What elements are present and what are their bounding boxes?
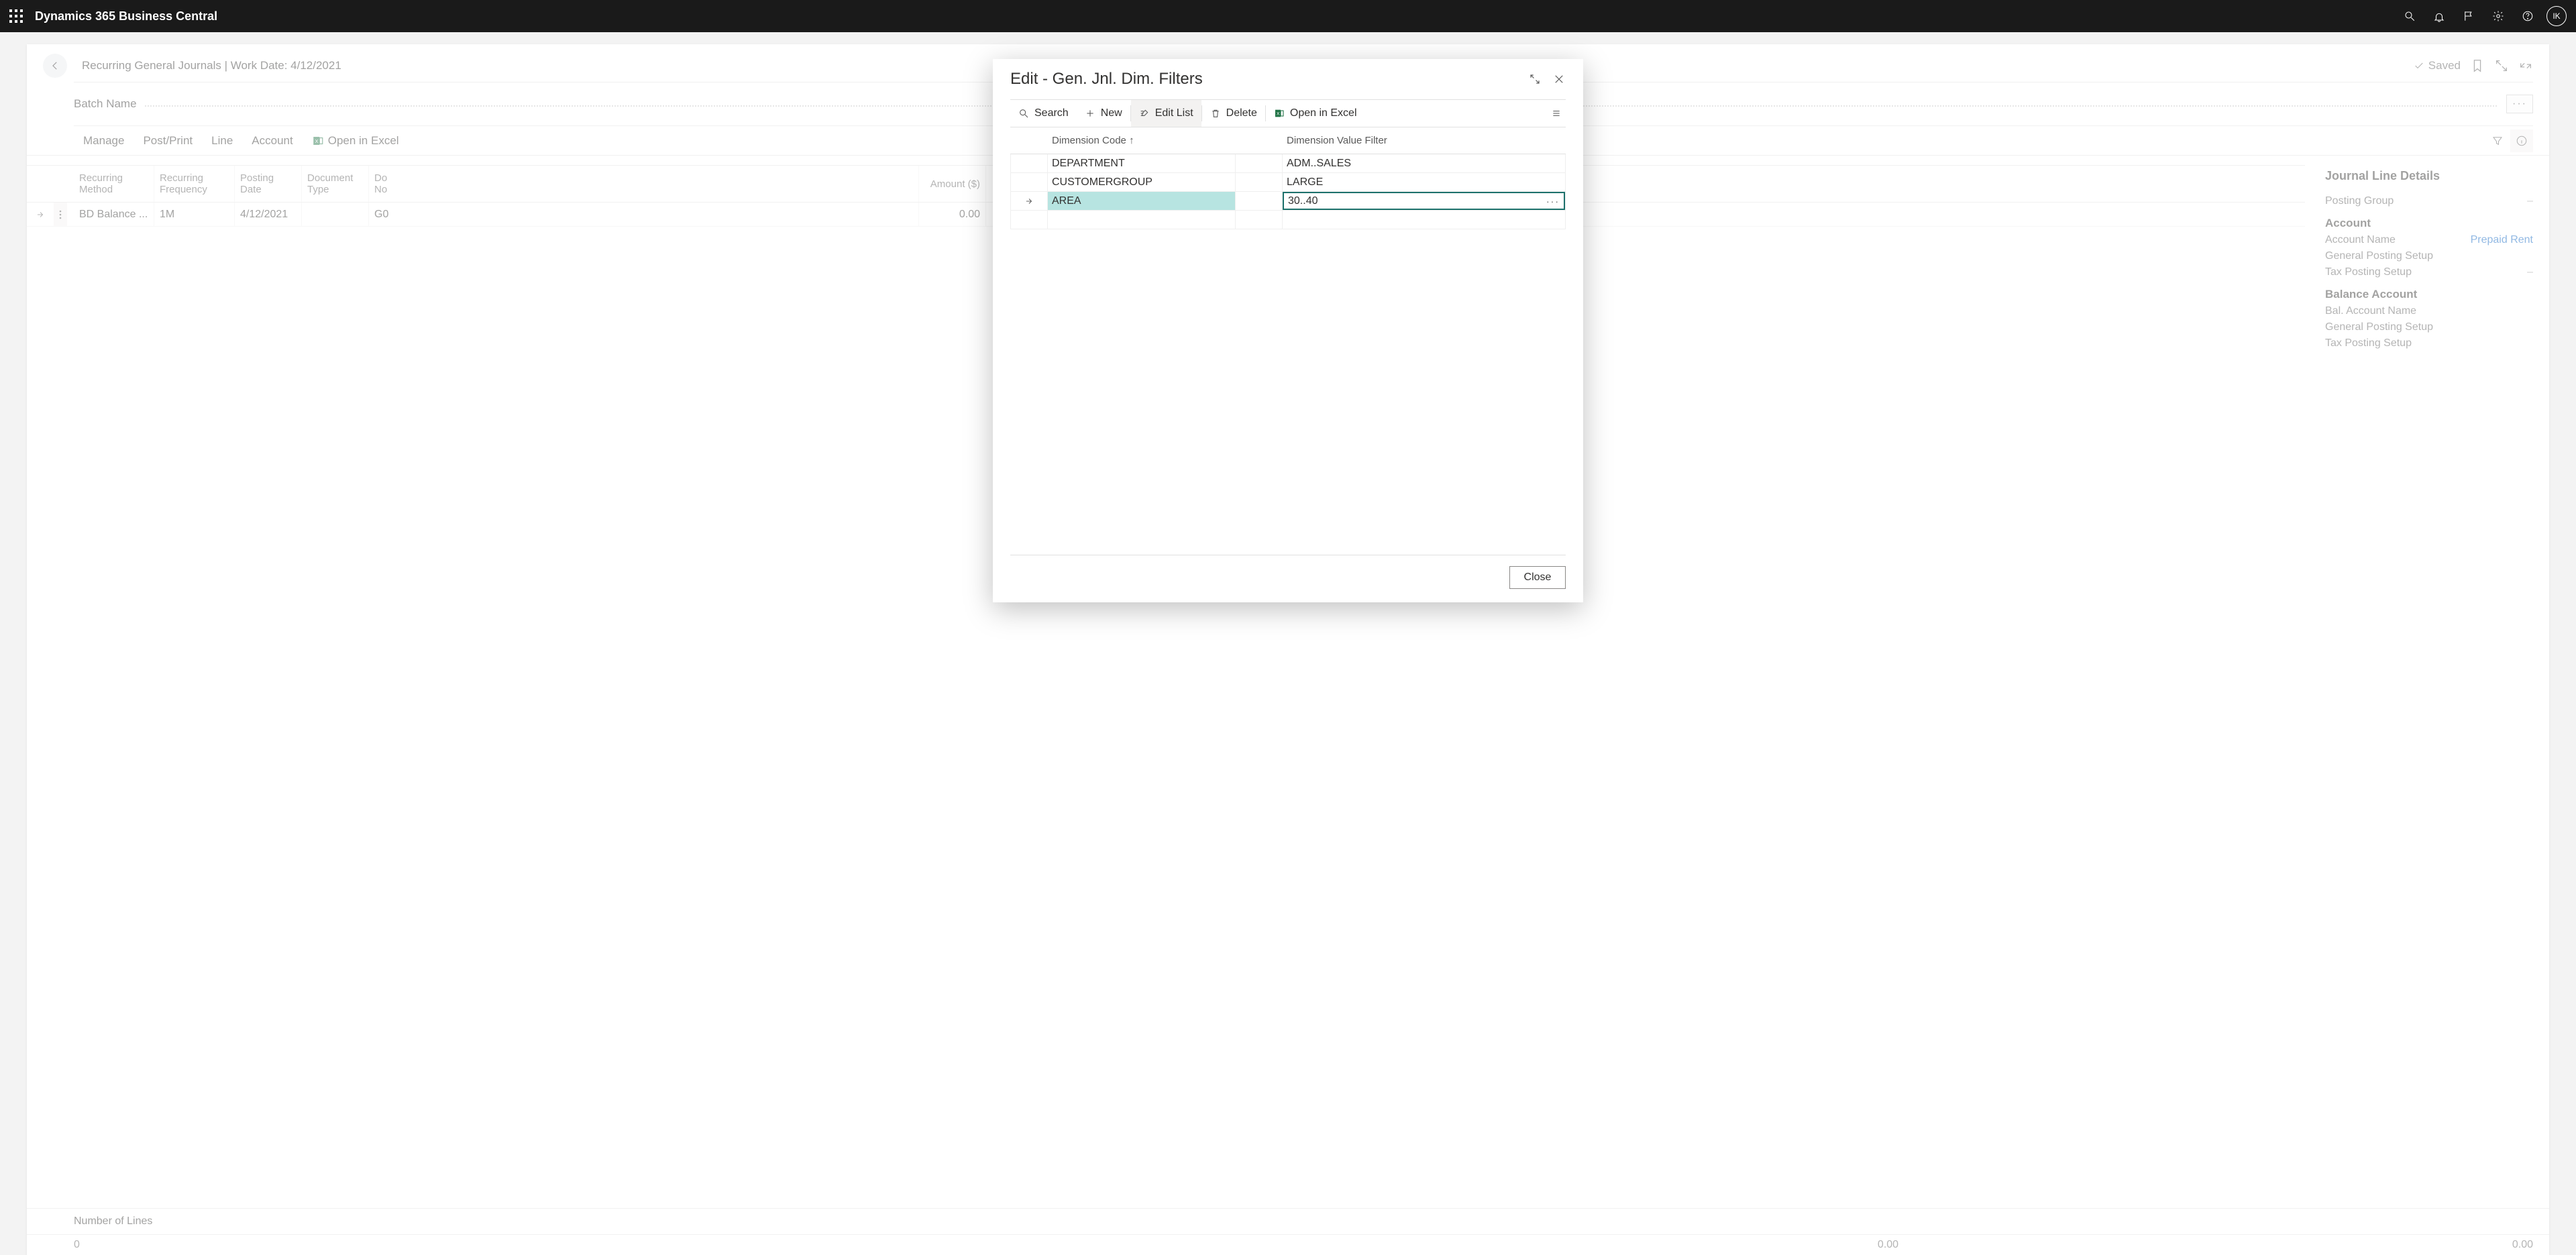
modal-search-label: Search bbox=[1034, 107, 1069, 119]
view-options-icon[interactable] bbox=[1547, 104, 1566, 123]
app-launcher-icon[interactable] bbox=[9, 9, 23, 23]
close-icon[interactable] bbox=[1548, 68, 1570, 90]
table-row[interactable]: DEPARTMENT ADM..SALES bbox=[1010, 154, 1566, 173]
modal-search-button[interactable]: Search bbox=[1010, 100, 1077, 127]
table-row[interactable]: AREA ··· bbox=[1010, 192, 1566, 211]
modal-delete-button[interactable]: Delete bbox=[1202, 100, 1265, 127]
dimension-code-cell[interactable]: CUSTOMERGROUP bbox=[1048, 173, 1236, 191]
app-bar: Dynamics 365 Business Central IK bbox=[0, 0, 2576, 32]
user-avatar[interactable]: IK bbox=[2546, 6, 2567, 26]
modal-new-button[interactable]: New bbox=[1077, 100, 1130, 127]
modal-table-header: Dimension Code ↑ Dimension Value Filter bbox=[1010, 127, 1566, 154]
modal-delete-label: Delete bbox=[1226, 107, 1257, 119]
dimension-value-filter-cell[interactable]: LARGE bbox=[1283, 173, 1566, 191]
product-title: Dynamics 365 Business Central bbox=[35, 9, 217, 23]
col-dimension-value-filter[interactable]: Dimension Value Filter bbox=[1283, 135, 1566, 146]
svg-text:X: X bbox=[1277, 112, 1280, 117]
table-row[interactable] bbox=[1010, 211, 1566, 229]
expand-icon[interactable] bbox=[1524, 68, 1546, 90]
sort-asc-icon: ↑ bbox=[1129, 135, 1134, 146]
dimension-code-cell[interactable]: AREA bbox=[1048, 192, 1236, 210]
dimension-value-filter-input[interactable] bbox=[1283, 192, 1565, 210]
modal-title: Edit - Gen. Jnl. Dim. Filters bbox=[1010, 70, 1203, 89]
search-icon[interactable] bbox=[2395, 0, 2424, 32]
gear-icon[interactable] bbox=[2483, 0, 2513, 32]
modal-new-label: New bbox=[1101, 107, 1122, 119]
dimension-value-filter-cell[interactable]: ADM..SALES bbox=[1283, 154, 1566, 172]
dimension-code-cell[interactable]: DEPARTMENT bbox=[1048, 154, 1236, 172]
current-row-indicator-icon bbox=[1010, 192, 1048, 210]
modal-open-in-excel-button[interactable]: X Open in Excel bbox=[1266, 100, 1365, 127]
close-button[interactable]: Close bbox=[1509, 566, 1566, 589]
modal-open-in-excel-label: Open in Excel bbox=[1290, 107, 1357, 119]
avatar-initials: IK bbox=[2553, 11, 2560, 21]
modal-edit-list-button[interactable]: Edit List bbox=[1131, 100, 1201, 127]
table-row[interactable]: CUSTOMERGROUP LARGE bbox=[1010, 173, 1566, 192]
assist-edit-icon[interactable]: ··· bbox=[1546, 196, 1560, 207]
notifications-icon[interactable] bbox=[2424, 0, 2454, 32]
help-icon[interactable] bbox=[2513, 0, 2542, 32]
gen-jnl-dim-filters-dialog: Edit - Gen. Jnl. Dim. Filters Search New… bbox=[993, 59, 1583, 602]
col-dimension-code[interactable]: Dimension Code bbox=[1052, 135, 1126, 146]
flag-icon[interactable] bbox=[2454, 0, 2483, 32]
modal-edit-list-label: Edit List bbox=[1155, 107, 1193, 119]
